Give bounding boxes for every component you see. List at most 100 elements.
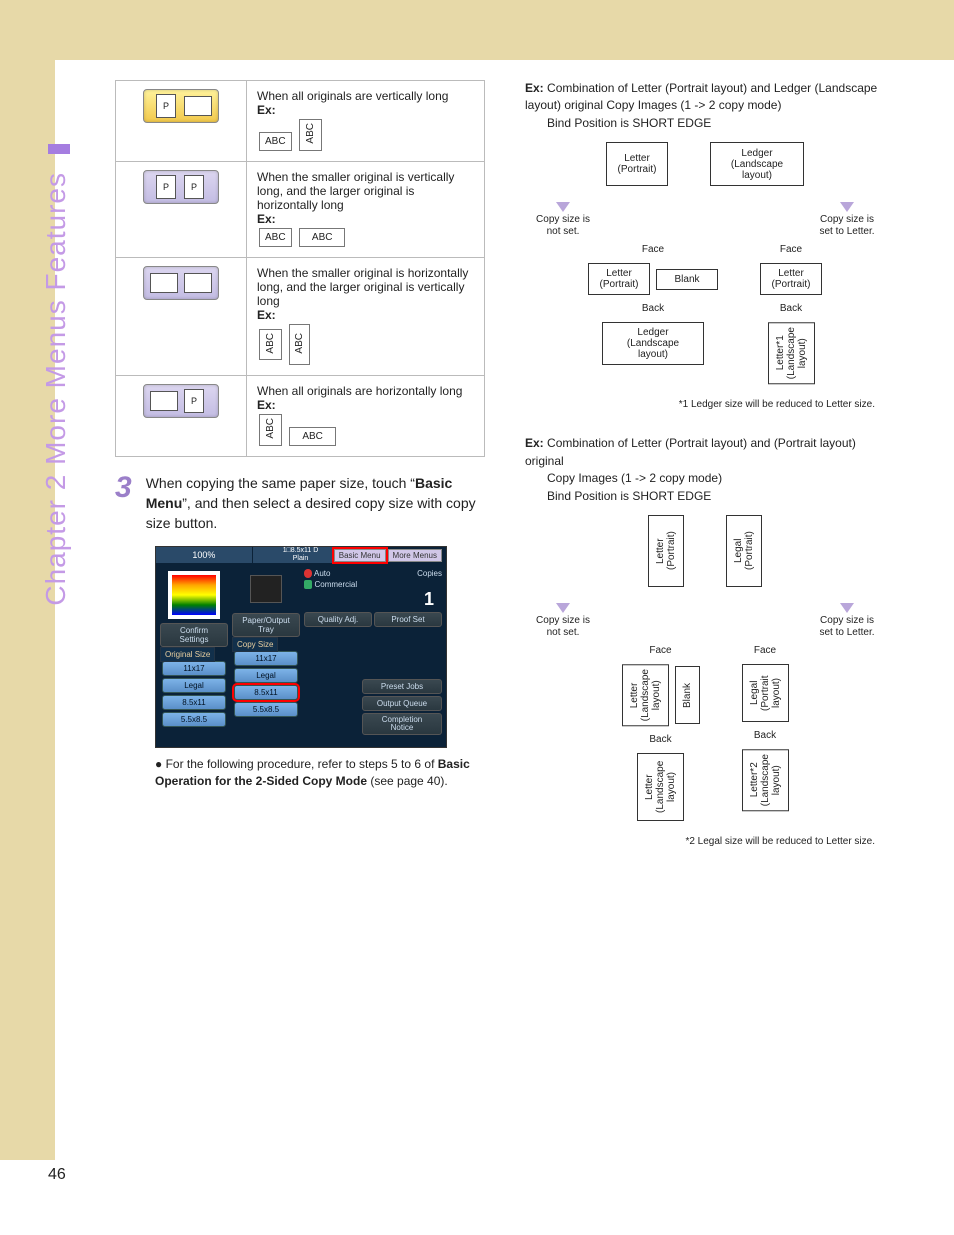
legal-portrait-box: Legal (Portrait) xyxy=(726,515,762,587)
page-glyph-icon: P xyxy=(184,175,204,199)
ex-label: Ex: xyxy=(257,212,276,226)
face-label: Face xyxy=(780,244,802,255)
ex-label: Ex: xyxy=(257,103,276,117)
back-label: Back xyxy=(754,730,776,741)
preset-jobs-button[interactable]: Preset Jobs xyxy=(362,679,442,694)
quality-adj-button[interactable]: Quality Adj. xyxy=(304,612,372,627)
orientation-option-3-button[interactable] xyxy=(143,266,219,300)
footnote-1: *1 Ledger size will be reduced to Letter… xyxy=(525,398,885,411)
letter-landscape-box: Letter (Landscape layout) xyxy=(637,753,684,821)
ex-cell: ABC xyxy=(259,414,282,446)
original-size-header: Original Size xyxy=(160,647,215,662)
zoom-readout: 100% xyxy=(156,547,253,563)
paper-tray-button[interactable]: Paper/Output Tray xyxy=(232,613,300,637)
option-desc: When all originals are horizontally long xyxy=(257,384,474,398)
printer-icon xyxy=(250,575,282,603)
page-glyph-icon xyxy=(150,391,178,411)
ex-cell: ABC xyxy=(299,119,322,151)
proof-set-button[interactable]: Proof Set xyxy=(374,612,442,627)
step-number: 3 xyxy=(115,473,132,534)
ex-cell: ABC xyxy=(259,132,292,151)
ex-label: Ex: xyxy=(257,398,276,412)
page-glyph-icon xyxy=(150,273,178,293)
face-label: Face xyxy=(642,244,664,255)
ex-cell: ABC xyxy=(259,329,282,361)
orientation-option-1-button[interactable]: P xyxy=(143,89,219,123)
page-glyph-icon: P xyxy=(184,389,204,413)
page-glyph-icon: P xyxy=(156,175,176,199)
orientation-option-2-button[interactable]: P P xyxy=(143,170,219,204)
tab-more-menus[interactable]: More Menus xyxy=(388,549,442,562)
page-glyph-icon xyxy=(184,273,212,293)
size-button[interactable]: 5.5x8.5 xyxy=(234,702,298,717)
preview-icon xyxy=(168,571,220,619)
copy-size-not-set-label: Copy size is not set. xyxy=(533,615,593,639)
copy-size-set-label: Copy size is set to Letter. xyxy=(817,615,877,639)
blank-box: Blank xyxy=(656,269,718,290)
letter-landscape-box: Letter (Landscape layout) xyxy=(622,664,669,726)
copier-screen: 100% 1□8.5x11 D Plain Basic Menu More Me… xyxy=(155,546,447,748)
commercial-label: Commercial xyxy=(314,580,357,589)
size-button[interactable]: 11x17 xyxy=(162,661,226,676)
ledger-landscape-box: Ledger (Landscape layout) xyxy=(602,322,704,365)
back-label: Back xyxy=(642,303,664,314)
option-desc: When the smaller original is vertically … xyxy=(257,170,474,212)
example-2-heading: Ex: Combination of Letter (Portrait layo… xyxy=(525,435,885,505)
step-text: When copying the same paper size, touch … xyxy=(146,473,485,534)
arrow-down-icon xyxy=(840,603,854,613)
confirm-settings-button[interactable]: Confirm Settings xyxy=(160,623,228,647)
letter-portrait-box: Letter (Portrait) xyxy=(648,515,684,587)
legal-portrait-box: Legal (Portrait layout) xyxy=(742,664,789,722)
orientation-option-4-button[interactable]: P xyxy=(143,384,219,418)
copy-size-set-label: Copy size is set to Letter. xyxy=(817,214,877,238)
size-button[interactable]: 8.5x11 xyxy=(162,695,226,710)
face-label: Face xyxy=(649,645,671,656)
size-button[interactable]: 5.5x8.5 xyxy=(162,712,226,727)
ex-cell: ABC xyxy=(259,228,292,247)
ex-label: Ex: xyxy=(257,308,276,322)
completion-notice-button[interactable]: Completion Notice xyxy=(362,713,442,735)
example-2-top-boxes: Letter (Portrait) Legal (Portrait) xyxy=(525,515,885,587)
back-label: Back xyxy=(780,303,802,314)
page-glyph-icon xyxy=(184,96,212,116)
top-bar xyxy=(0,0,954,60)
arrow-down-icon xyxy=(556,603,570,613)
page-number: 46 xyxy=(0,1160,954,1194)
arrow-down-icon xyxy=(840,202,854,212)
left-margin: Chapter 2 More Menus Features xyxy=(0,60,55,1160)
size-button[interactable]: Legal xyxy=(162,678,226,693)
ex-cell: ABC xyxy=(289,324,310,366)
option-desc: When all originals are vertically long xyxy=(257,89,474,103)
example-1-heading: Ex: Combination of Letter (Portrait layo… xyxy=(525,80,885,132)
auto-label: Auto xyxy=(314,569,330,578)
chapter-accent xyxy=(48,144,70,154)
output-queue-button[interactable]: Output Queue xyxy=(362,696,442,711)
step-3: 3 When copying the same paper size, touc… xyxy=(115,473,485,534)
size-button[interactable]: 11x17 xyxy=(234,651,298,666)
chapter-title: Chapter 2 More Menus Features xyxy=(40,172,64,606)
option-desc: When the smaller original is horizontall… xyxy=(257,266,474,308)
page-glyph-icon: P xyxy=(156,94,176,118)
letter-portrait-box: Letter (Portrait) xyxy=(588,263,650,295)
ledger-landscape-box: Ledger (Landscape layout) xyxy=(710,142,804,186)
procedure-note: For the following procedure, refer to st… xyxy=(155,756,485,791)
letter-landscape-box: Letter*1 (Landscape layout) xyxy=(768,322,815,384)
letter-portrait-box: Letter (Portrait) xyxy=(606,142,668,186)
arrow-down-icon xyxy=(556,202,570,212)
size-button[interactable]: Legal xyxy=(234,668,298,683)
ex-cell: ABC xyxy=(299,228,346,247)
back-label: Back xyxy=(649,734,671,745)
copies-label: Copies xyxy=(417,569,442,578)
copy-size-header: Copy Size xyxy=(232,637,278,652)
footnote-2: *2 Legal size will be reduced to Letter … xyxy=(525,835,885,848)
copies-count: 1 xyxy=(304,589,442,610)
letter-portrait-box: Letter (Portrait) xyxy=(760,263,822,295)
copy-size-not-set-label: Copy size is not set. xyxy=(533,214,593,238)
orientation-options-table: P When all originals are vertically long… xyxy=(115,80,485,457)
face-label: Face xyxy=(754,645,776,656)
example-1-top-boxes: Letter (Portrait) Ledger (Landscape layo… xyxy=(525,142,885,186)
tab-basic-menu[interactable]: Basic Menu xyxy=(334,549,386,562)
size-button-selected[interactable]: 8.5x11 xyxy=(234,685,298,700)
letter-landscape-box: Letter*2 (Landscape layout) xyxy=(742,749,789,811)
ex-cell: ABC xyxy=(289,427,336,446)
